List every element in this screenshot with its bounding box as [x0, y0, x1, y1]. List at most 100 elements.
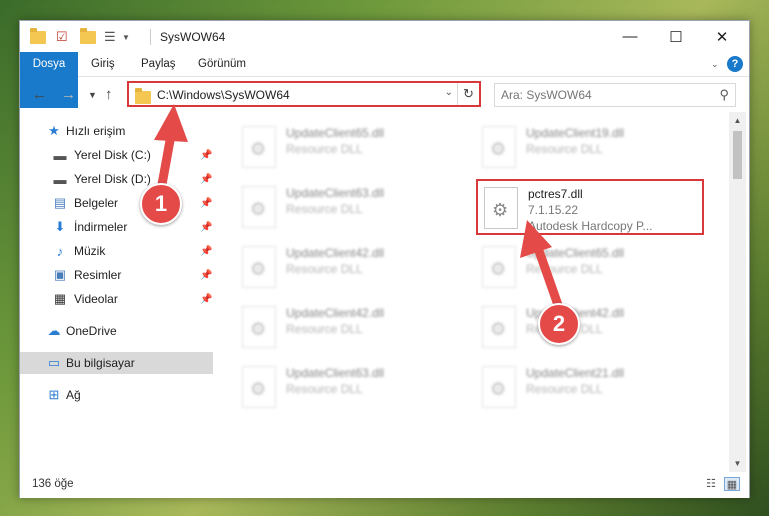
- search-input[interactable]: [501, 88, 701, 102]
- window-title: SysWOW64: [160, 30, 226, 44]
- chevron-down-icon[interactable]: ▼: [122, 28, 130, 46]
- view-options-icon[interactable]: ☰: [104, 28, 116, 46]
- file-name: UpdateClient63.dll: [286, 186, 385, 200]
- sidebar-item-label: OneDrive: [66, 324, 117, 338]
- folder-icon: [135, 88, 151, 104]
- list-item[interactable]: UpdateClient63.dll Resource DLL: [236, 360, 464, 416]
- sidebar-item-label: Belgeler: [74, 196, 119, 210]
- help-icon[interactable]: ?: [727, 56, 743, 72]
- list-item[interactable]: UpdateClient42.dll Resource DLL: [236, 240, 464, 296]
- new-folder-icon[interactable]: [80, 27, 96, 46]
- pin-icon[interactable]: 📌: [200, 222, 212, 233]
- sidebar-item-label: Resimler: [74, 268, 122, 282]
- navigation-pane: ★ Hızlı erişim ▬ Yerel Disk (C:) 📌 ▬ Yer…: [20, 112, 213, 468]
- file-type: Resource DLL: [286, 382, 363, 396]
- file-name: UpdateClient65.dll: [286, 126, 385, 140]
- file-name: UpdateClient65.dll: [526, 246, 625, 260]
- file-type: Resource DLL: [286, 142, 363, 156]
- sidebar-item-disk-c[interactable]: ▬ Yerel Disk (C:) 📌: [20, 144, 213, 166]
- tab-home[interactable]: Giriş: [91, 52, 115, 77]
- music-icon: ♪: [56, 243, 64, 259]
- pictures-icon: ▣: [53, 267, 67, 282]
- search-box[interactable]: ⚲: [494, 83, 736, 107]
- maximize-button[interactable]: ☐: [653, 21, 699, 52]
- pin-icon[interactable]: 📌: [200, 246, 212, 257]
- forward-arrow-icon[interactable]: →: [61, 86, 76, 103]
- pin-icon[interactable]: 📌: [200, 150, 212, 161]
- properties-icon[interactable]: ☑: [56, 28, 68, 46]
- sidebar-item-documents[interactable]: ▤ Belgeler 📌: [20, 192, 213, 214]
- scroll-down-icon[interactable]: ▼: [729, 455, 746, 472]
- sidebar-item-label: Hızlı erişim: [66, 124, 126, 138]
- dll-file-icon: [242, 366, 276, 408]
- sidebar-item-quick-access[interactable]: ★ Hızlı erişim: [20, 120, 213, 142]
- item-count: 136 öğe: [32, 478, 74, 490]
- refresh-icon[interactable]: ↻: [457, 83, 479, 105]
- computer-icon: ▭: [47, 355, 61, 370]
- list-item[interactable]: UpdateClient21.dll Resource DLL: [476, 360, 704, 416]
- step-badge-2: 2: [538, 303, 580, 345]
- sidebar-item-downloads[interactable]: ⬇ İndirmeler 📌: [20, 216, 213, 238]
- tab-view[interactable]: Görünüm: [198, 52, 246, 77]
- dll-file-icon: [482, 246, 516, 288]
- details-view-icon[interactable]: ☷: [703, 477, 719, 491]
- back-arrow-icon[interactable]: ←: [32, 86, 47, 103]
- search-icon[interactable]: ⚲: [719, 87, 729, 103]
- dll-file-icon: [242, 186, 276, 228]
- close-button[interactable]: ✕: [699, 21, 745, 52]
- minimize-button[interactable]: —: [607, 21, 653, 52]
- list-item[interactable]: UpdateClient19.dll Resource DLL: [476, 120, 704, 176]
- sidebar-item-label: Yerel Disk (D:): [74, 172, 151, 186]
- list-item[interactable]: UpdateClient63.dll Resource DLL: [236, 180, 464, 236]
- sidebar-item-music[interactable]: ♪ Müzik 📌: [20, 240, 213, 262]
- pin-icon[interactable]: 📌: [200, 294, 212, 305]
- list-item[interactable]: UpdateClient65.dll Resource DLL: [236, 120, 464, 176]
- dll-file-icon: [482, 306, 516, 348]
- large-icons-view-icon[interactable]: ▦: [724, 477, 740, 491]
- sidebar-item-network[interactable]: ⊞ Ağ: [20, 384, 213, 406]
- address-path[interactable]: C:\Windows\SysWOW64: [157, 88, 290, 102]
- navigation-bar: ← → ▼ ↑ C:\Windows\SysWOW64 ⌄ ↻ ⚲: [20, 78, 749, 112]
- dll-file-icon: [482, 366, 516, 408]
- pin-icon[interactable]: 📌: [200, 198, 212, 209]
- list-item[interactable]: UpdateClient42.dll Resource DLL: [476, 300, 704, 356]
- scrollbar-thumb[interactable]: [733, 131, 742, 179]
- recent-locations-icon[interactable]: ▼: [88, 90, 97, 100]
- list-item[interactable]: UpdateClient42.dll Resource DLL: [236, 300, 464, 356]
- drive-icon: ▬: [53, 171, 67, 187]
- tab-share[interactable]: Paylaş: [141, 52, 176, 77]
- sidebar-item-this-pc[interactable]: ▭ Bu bilgisayar: [20, 352, 213, 374]
- expand-ribbon-icon[interactable]: ⌄: [711, 59, 721, 69]
- title-separator: [150, 29, 151, 45]
- sidebar-item-label: Ağ: [66, 388, 81, 402]
- pin-icon[interactable]: 📌: [200, 270, 212, 281]
- sidebar-item-videos[interactable]: ▦ Videolar 📌: [20, 288, 213, 310]
- chevron-down-icon[interactable]: ⌄: [445, 87, 453, 98]
- target-dll-file[interactable]: pctres7.dll 7.1.15.22 Autodesk Hardcopy …: [476, 179, 704, 235]
- sidebar-item-disk-d[interactable]: ▬ Yerel Disk (D:) 📌: [20, 168, 213, 190]
- sidebar-item-label: Müzik: [74, 244, 106, 258]
- dll-file-icon: [242, 306, 276, 348]
- file-type: Resource DLL: [286, 262, 363, 276]
- drive-icon: ▬: [53, 147, 67, 163]
- folder-icon: [30, 27, 46, 46]
- sidebar-item-label: İndirmeler: [74, 220, 128, 234]
- file-name: UpdateClient21.dll: [526, 366, 625, 380]
- file-name: pctres7.dll: [528, 187, 583, 201]
- sidebar-item-label: Bu bilgisayar: [66, 356, 135, 370]
- up-arrow-icon[interactable]: ↑: [105, 86, 113, 103]
- ribbon-tabs: Dosya Giriş Paylaş Görünüm ⌄ ?: [20, 52, 749, 108]
- sidebar-item-pictures[interactable]: ▣ Resimler 📌: [20, 264, 213, 286]
- list-item[interactable]: UpdateClient65.dll Resource DLL: [476, 240, 704, 296]
- vertical-scrollbar[interactable]: ▲ ▼: [729, 112, 746, 472]
- address-bar[interactable]: C:\Windows\SysWOW64 ⌄ ↻: [127, 81, 481, 107]
- pin-icon[interactable]: 📌: [200, 174, 212, 185]
- video-icon: ▦: [53, 291, 67, 306]
- file-name: UpdateClient63.dll: [286, 366, 385, 380]
- network-icon: ⊞: [48, 387, 60, 402]
- status-bar: 136 öğe ☷ ▦: [20, 472, 749, 498]
- file-name: UpdateClient19.dll: [526, 126, 625, 140]
- documents-icon: ▤: [53, 195, 67, 210]
- sidebar-item-onedrive[interactable]: ☁ OneDrive: [20, 320, 213, 342]
- scroll-up-icon[interactable]: ▲: [729, 112, 746, 129]
